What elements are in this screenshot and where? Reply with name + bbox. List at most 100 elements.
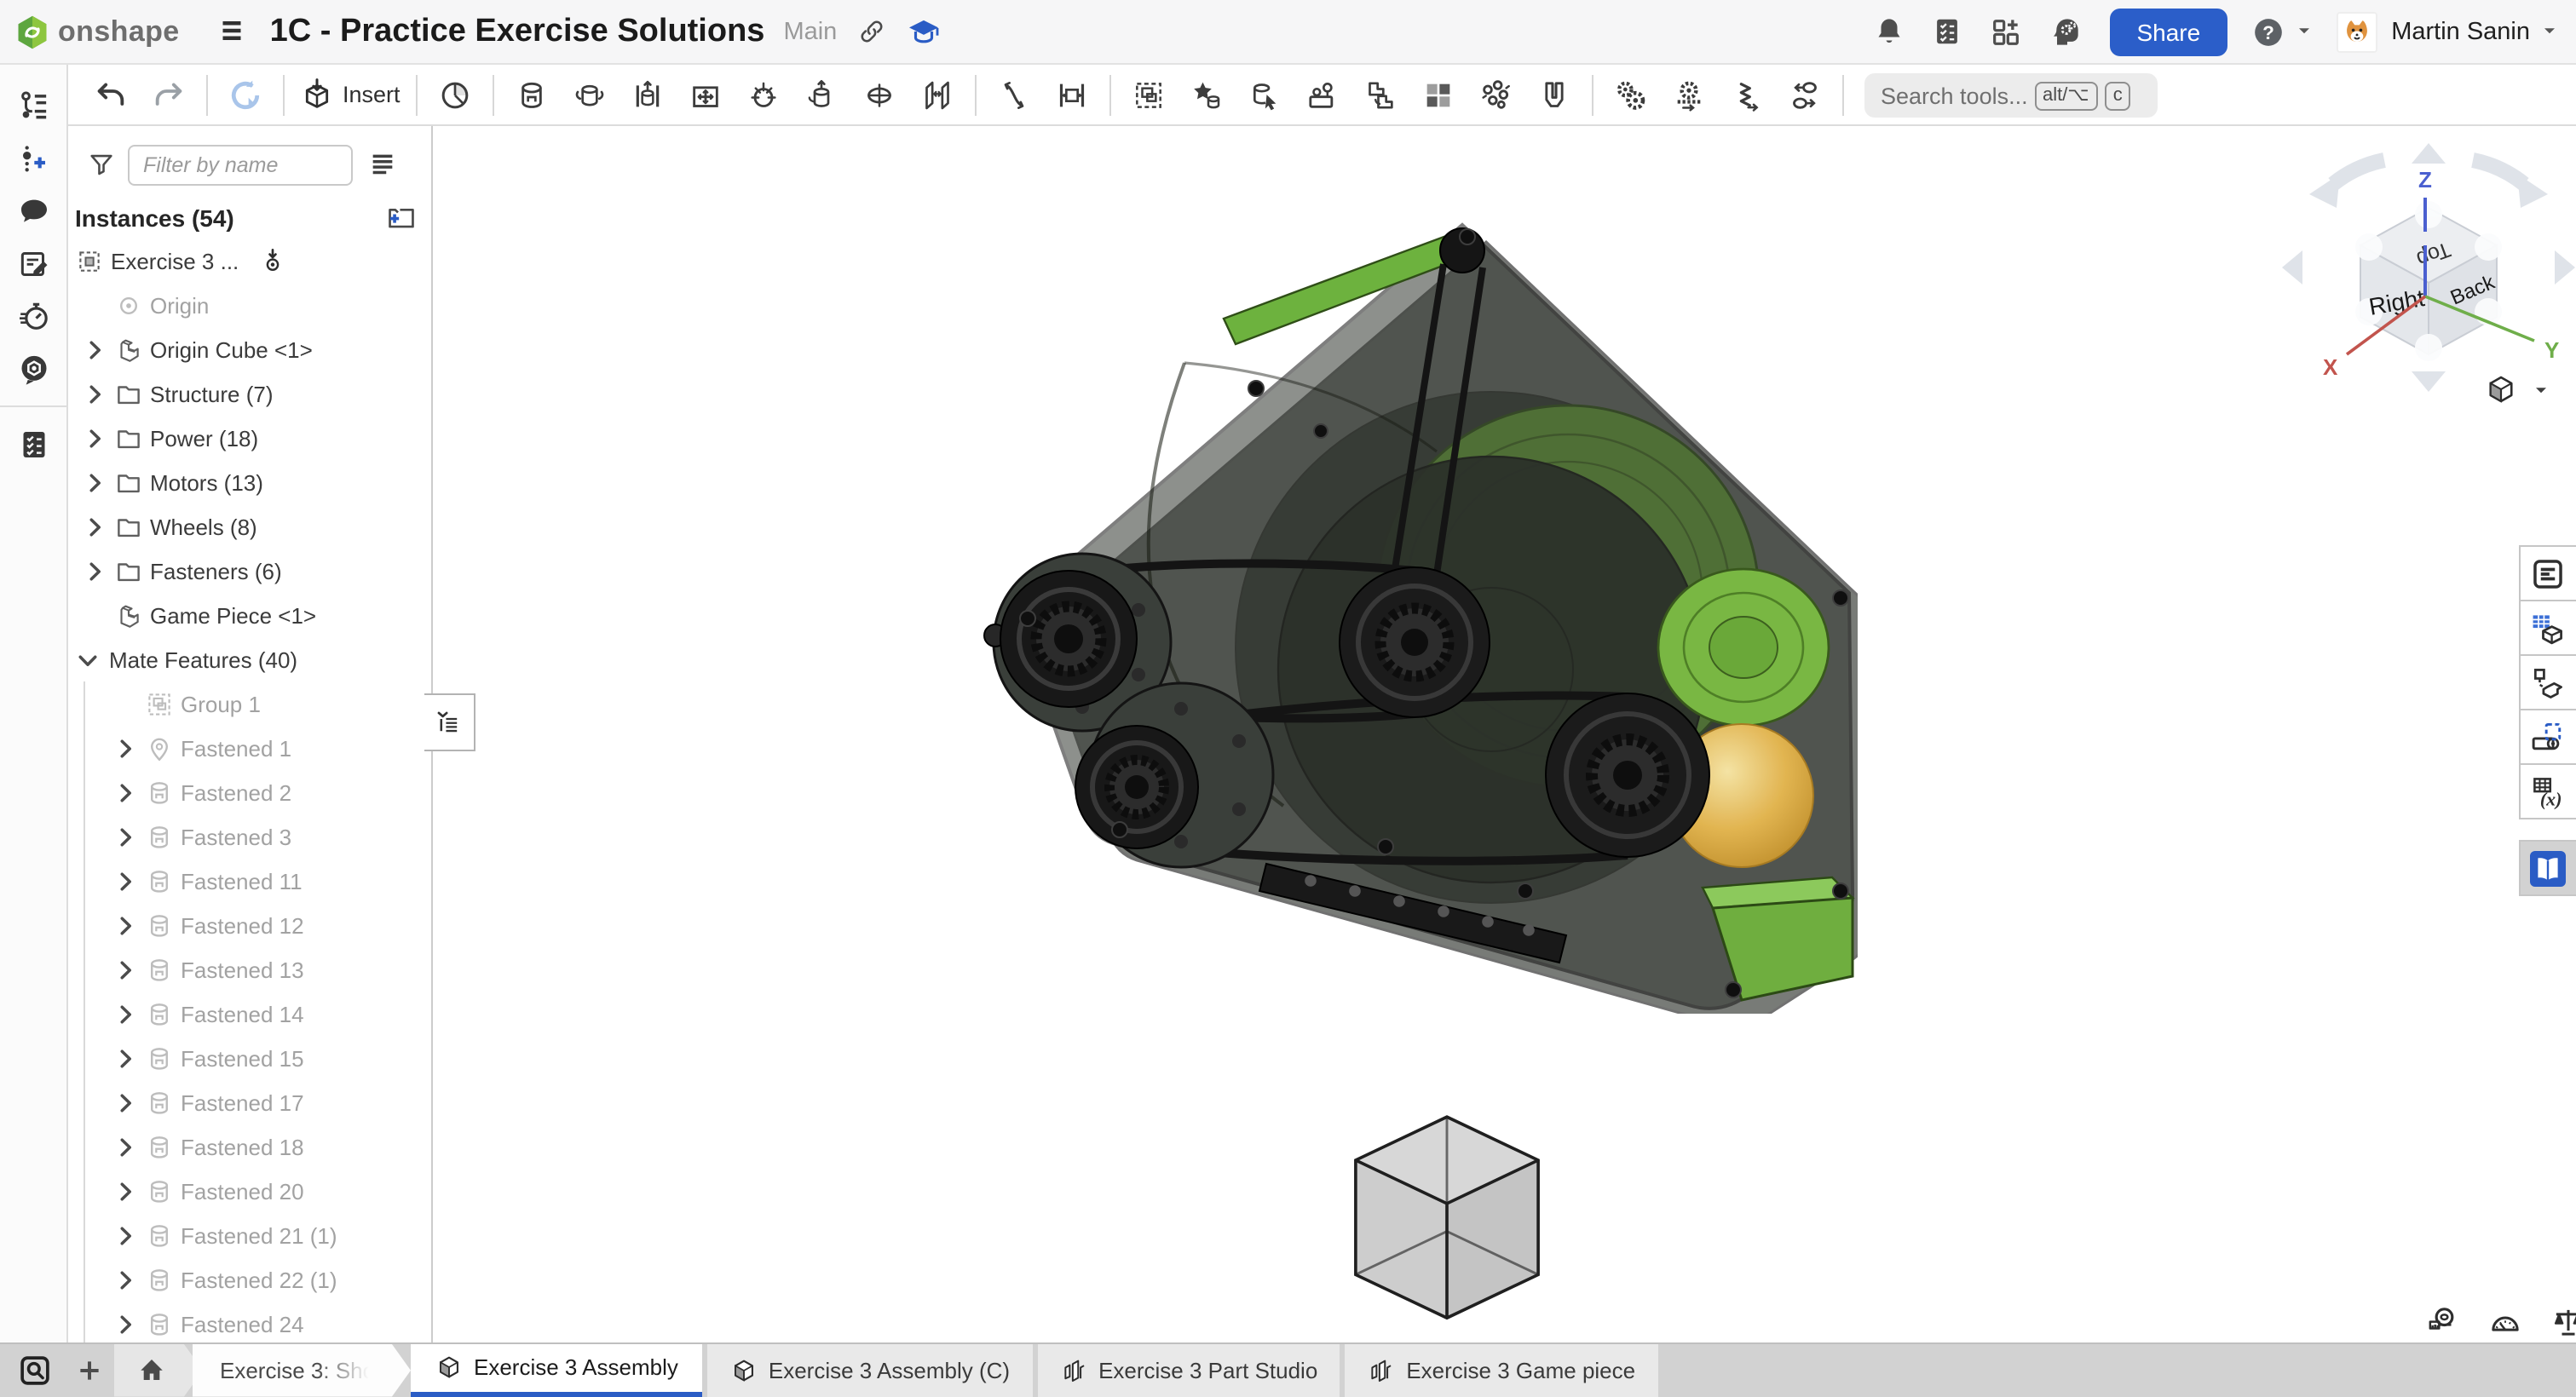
chevron-right-icon[interactable] xyxy=(109,1311,141,1337)
variables-panel-tab[interactable] xyxy=(2518,763,2576,819)
chevron-right-icon[interactable] xyxy=(109,912,141,938)
main-menu-icon[interactable] xyxy=(217,16,248,47)
named-positions-panel-tab[interactable] xyxy=(2518,709,2576,765)
slider-mate-icon[interactable] xyxy=(622,69,673,120)
tree-item-fastened-14[interactable]: Fastened 14 xyxy=(68,992,431,1036)
mass-properties-icon[interactable] xyxy=(2551,1305,2576,1339)
tree-item-fastened-12[interactable]: Fastened 12 xyxy=(68,903,431,947)
tasks-checklist-icon[interactable] xyxy=(1930,15,1962,48)
protractor-icon[interactable] xyxy=(2488,1305,2522,1339)
tree-item-group-1[interactable]: Group 1 xyxy=(68,681,431,726)
create-folder-icon[interactable] xyxy=(385,201,418,233)
chevron-right-icon[interactable] xyxy=(78,469,111,495)
select-replicate-icon[interactable] xyxy=(1239,69,1290,120)
chevron-right-icon[interactable] xyxy=(109,868,141,894)
bom-table-panel-tab[interactable] xyxy=(2518,600,2576,656)
chevron-right-icon[interactable] xyxy=(78,514,111,539)
chevron-right-icon[interactable] xyxy=(78,381,111,406)
edit-notes-icon[interactable] xyxy=(0,237,66,290)
history-icon[interactable] xyxy=(0,290,66,342)
tree-item-structure-7[interactable]: Structure (7) xyxy=(68,371,431,416)
chevron-right-icon[interactable] xyxy=(109,1222,141,1248)
tree-item-wheels-8[interactable]: Wheels (8) xyxy=(68,504,431,549)
ai-advisor-icon[interactable] xyxy=(2048,14,2082,49)
named-position-icon[interactable] xyxy=(1181,69,1232,120)
chevron-right-icon[interactable] xyxy=(109,1267,141,1292)
sync-icon[interactable] xyxy=(220,69,271,120)
tree-item-exercise-3[interactable]: Exercise 3 ... xyxy=(68,239,431,283)
group-icon[interactable] xyxy=(1123,69,1174,120)
share-button[interactable]: Share xyxy=(2109,8,2227,55)
tree-item-fastened-22-1[interactable]: Fastened 22 (1) xyxy=(68,1257,431,1302)
chevron-right-icon[interactable] xyxy=(109,1089,141,1115)
redo-icon[interactable] xyxy=(143,69,194,120)
onshape-help-icon[interactable] xyxy=(0,342,66,395)
origin-cube-part[interactable] xyxy=(1346,1107,1547,1331)
view-options-cube-button[interactable] xyxy=(2483,371,2551,407)
chevron-right-icon[interactable] xyxy=(109,824,141,849)
tree-item-fastened-24[interactable]: Fastened 24 xyxy=(68,1302,431,1342)
workspace-label[interactable]: Main xyxy=(783,18,837,45)
chevron-right-icon[interactable] xyxy=(109,779,141,805)
tree-item-power-18[interactable]: Power (18) xyxy=(68,416,431,460)
tree-item-fastened-18[interactable]: Fastened 18 xyxy=(68,1124,431,1169)
chevron-right-icon[interactable] xyxy=(109,1178,141,1204)
chevron-right-icon[interactable] xyxy=(109,957,141,982)
structure-panel-panel-tab[interactable] xyxy=(2518,545,2576,601)
filter-icon[interactable] xyxy=(87,150,116,181)
chevron-right-icon[interactable] xyxy=(78,336,111,362)
comments-icon[interactable] xyxy=(0,184,66,237)
chevron-right-icon[interactable] xyxy=(78,558,111,584)
help-menu[interactable] xyxy=(2251,14,2314,49)
user-name[interactable]: Martin Sanin xyxy=(2391,18,2530,45)
graphics-viewport[interactable]: Top Right Back Z Y X xyxy=(433,126,2576,1342)
notifications-bell-icon[interactable] xyxy=(1872,15,1905,48)
list-view-icon[interactable] xyxy=(368,150,397,181)
tree-item-motors-13[interactable]: Motors (13) xyxy=(68,460,431,504)
limit-mate-icon[interactable] xyxy=(1046,69,1098,120)
app-store-icon[interactable] xyxy=(1988,14,2022,49)
replicate-icon[interactable] xyxy=(1355,69,1406,120)
interference-icon[interactable] xyxy=(1529,69,1580,120)
education-cap-icon[interactable] xyxy=(907,14,941,49)
panel-collapse-handle[interactable] xyxy=(424,693,475,751)
tasks-icon[interactable] xyxy=(0,417,66,470)
belt-relation-icon[interactable] xyxy=(1779,69,1830,120)
tree-item-fasteners-6[interactable]: Fasteners (6) xyxy=(68,549,431,593)
snap-mode-icon[interactable] xyxy=(1297,69,1348,120)
assembly-model-3d[interactable] xyxy=(980,213,1858,1014)
screw-relation-icon[interactable] xyxy=(1721,69,1772,120)
tab-exercise-3-part-studio[interactable]: Exercise 3 Part Studio xyxy=(1037,1344,1340,1397)
undo-icon[interactable] xyxy=(85,69,136,120)
chevron-right-icon[interactable] xyxy=(78,425,111,451)
tree-item-origin[interactable]: Origin xyxy=(68,283,431,327)
mate-connector-icon[interactable] xyxy=(429,69,481,120)
gear-relation-icon[interactable] xyxy=(1605,69,1657,120)
onshape-logo[interactable]: onshape xyxy=(14,13,180,50)
filter-by-name-input[interactable] xyxy=(128,145,353,186)
document-crumb-tab[interactable]: Exercise 3: Sho xyxy=(193,1344,411,1397)
revolute-mate-icon[interactable] xyxy=(564,69,615,120)
pattern-icon[interactable] xyxy=(1413,69,1464,120)
tree-item-fastened-11[interactable]: Fastened 11 xyxy=(68,859,431,903)
copy-link-icon[interactable] xyxy=(857,16,886,47)
tree-item-fastened-2[interactable]: Fastened 2 xyxy=(68,770,431,814)
user-menu-caret-icon[interactable] xyxy=(2539,16,2559,47)
tree-item-game-piece-1[interactable]: Game Piece <1> xyxy=(68,593,431,637)
search-document-icon[interactable] xyxy=(5,1344,63,1397)
versions-icon[interactable] xyxy=(0,78,66,131)
rack-pinion-relation-icon[interactable] xyxy=(1663,69,1714,120)
parallel-mate-icon[interactable] xyxy=(912,69,963,120)
chevron-right-icon[interactable] xyxy=(109,1134,141,1159)
tree-item-fastened-21-1[interactable]: Fastened 21 (1) xyxy=(68,1213,431,1257)
ball-mate-icon[interactable] xyxy=(738,69,789,120)
tab-exercise-3-assembly[interactable]: Exercise 3 Assembly xyxy=(411,1344,702,1397)
learning-book-panel-tab[interactable] xyxy=(2518,840,2576,896)
create-version-icon[interactable] xyxy=(0,131,66,184)
cylindrical-mate-icon[interactable] xyxy=(796,69,847,120)
explode-icon[interactable] xyxy=(1471,69,1522,120)
tree-item-fastened-15[interactable]: Fastened 15 xyxy=(68,1036,431,1080)
tree-item-fastened-20[interactable]: Fastened 20 xyxy=(68,1169,431,1213)
tangent-mate-icon[interactable] xyxy=(988,69,1040,120)
view-cube[interactable]: Top Right Back Z Y X xyxy=(2279,140,2576,395)
